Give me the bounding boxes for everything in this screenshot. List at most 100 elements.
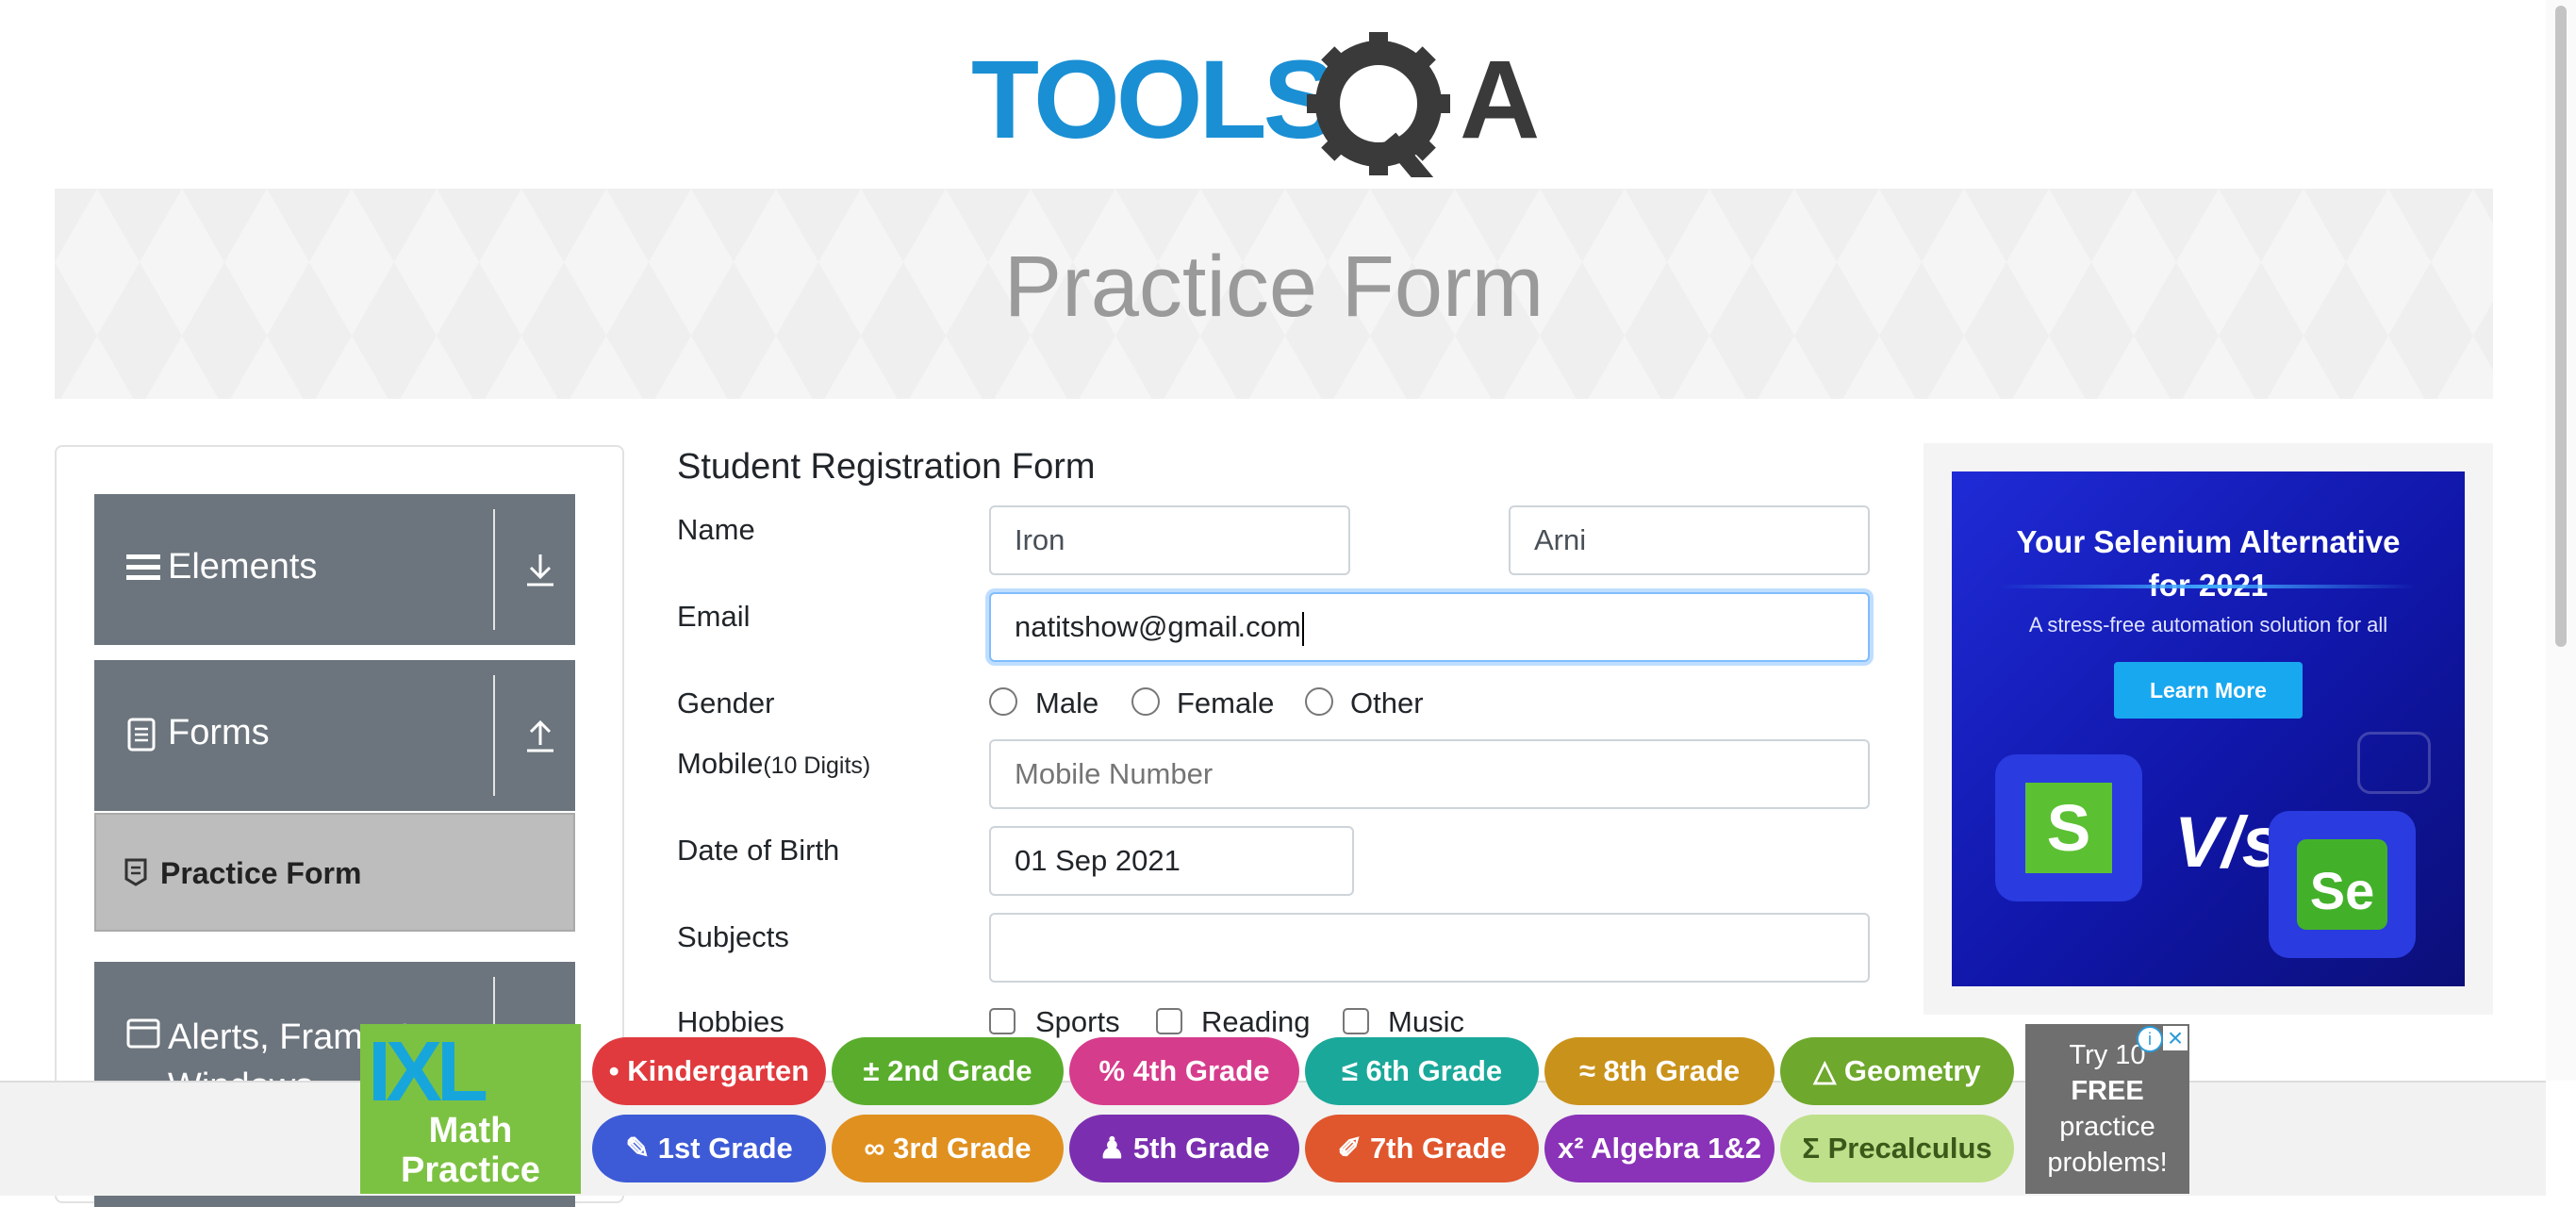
dob-label: Date of Birth — [677, 834, 840, 867]
sidebar-group-forms[interactable]: Forms — [94, 660, 575, 811]
ad-right-tile: Se — [2269, 811, 2416, 958]
mobile-hint: (10 Digits) — [763, 752, 871, 779]
grade-icon: Σ — [1802, 1132, 1828, 1165]
ad-title: Your Selenium Alternative for 2021 — [1952, 521, 2465, 607]
divider — [493, 509, 495, 630]
grade-icon: ≤ — [1341, 1054, 1366, 1087]
email-label: Email — [677, 600, 751, 633]
grade-button-precalculus[interactable]: Σ Precalculus — [1780, 1115, 2014, 1182]
ad-left-tile: S — [1995, 754, 2142, 901]
menu-icon — [126, 551, 160, 589]
sidebar-group-label: Elements — [168, 547, 318, 587]
grade-label: 1st Grade — [657, 1132, 793, 1165]
grade-icon: ± — [863, 1054, 888, 1087]
ad-info-icon[interactable]: i — [2137, 1026, 2163, 1052]
toolsqa-logo[interactable]: TOOLS A — [971, 26, 1584, 189]
ad-close-icon[interactable]: × — [2163, 1025, 2188, 1051]
ad-vs-text: V/s — [2174, 802, 2283, 883]
mobile-label: Mobile(10 Digits) — [677, 747, 870, 781]
name-label: Name — [677, 513, 755, 546]
grade-label: 6th Grade — [1365, 1054, 1503, 1087]
try-line: problems! — [2047, 1148, 2168, 1178]
email-value: natitshow@gmail.com — [1015, 610, 1301, 643]
grade-label: 7th Grade — [1369, 1132, 1507, 1165]
mobile-label-text: Mobile — [677, 747, 764, 780]
ad-subtitle: A stress-free automation solution for al… — [2028, 613, 2388, 637]
text-cursor — [1301, 611, 1304, 646]
grade-button-1st-grade[interactable]: ✎ 1st Grade — [592, 1115, 826, 1182]
gender-female-label[interactable]: Female — [1177, 686, 1274, 720]
scrollbar-thumb[interactable] — [2555, 6, 2567, 647]
grade-button-6th-grade[interactable]: ≤ 6th Grade — [1305, 1037, 1539, 1105]
subjects-input[interactable] — [989, 913, 1870, 983]
grade-icon: • — [608, 1054, 628, 1087]
grade-label: 8th Grade — [1603, 1054, 1741, 1087]
sidebar-group-label: Forms — [168, 713, 270, 752]
gender-other-label[interactable]: Other — [1350, 686, 1424, 720]
grade-button-2nd-grade[interactable]: ± 2nd Grade — [832, 1037, 1064, 1105]
first-name-input[interactable] — [989, 505, 1350, 575]
grade-icon: ♟ — [1098, 1132, 1133, 1165]
gender-label: Gender — [677, 686, 775, 719]
selenium-ad[interactable]: Your Selenium Alternative for 2021 A str… — [1952, 471, 2465, 986]
window-icon — [126, 1018, 160, 1053]
mobile-input[interactable] — [989, 739, 1870, 809]
ixl-tagline-line1: Math — [428, 1111, 513, 1150]
ad-underline — [1999, 585, 2418, 588]
email-input[interactable]: natitshow@gmail.com — [989, 592, 1870, 662]
sidebar-group-elements[interactable]: Elements — [94, 494, 575, 645]
grade-icon: ✐ — [1337, 1132, 1370, 1165]
grade-label: Algebra 1&2 — [1591, 1132, 1761, 1165]
grade-label: 4th Grade — [1132, 1054, 1270, 1087]
grade-button-kindergarten[interactable]: • Kindergarten — [592, 1037, 826, 1105]
ixl-tagline-line2: Practice — [401, 1150, 540, 1190]
logo-text-tools: TOOLS — [971, 38, 1334, 162]
grade-icon: △ — [1813, 1054, 1844, 1087]
grade-button-algebra-1-2[interactable]: x² Algebra 1&2 — [1544, 1115, 1775, 1182]
selenium-logo: Se — [2297, 839, 2387, 930]
try-line: FREE — [2071, 1076, 2144, 1106]
logo-text-a: A — [1460, 38, 1540, 162]
hobbies-label: Hobbies — [677, 1005, 784, 1038]
upload-icon[interactable] — [523, 717, 557, 763]
grade-button-3rd-grade[interactable]: ∞ 3rd Grade — [832, 1115, 1064, 1182]
last-name-input[interactable] — [1509, 505, 1870, 575]
hobby-music-label[interactable]: Music — [1388, 1005, 1464, 1039]
ad-title-line1: Your Selenium Alternative — [2016, 524, 2401, 559]
sidebar-item-practice-form[interactable]: Practice Form — [94, 813, 575, 932]
grade-label: 2nd Grade — [887, 1054, 1032, 1087]
dob-input[interactable] — [989, 826, 1354, 896]
gender-male-radio[interactable] — [989, 687, 1017, 716]
gender-male-label[interactable]: Male — [1035, 686, 1098, 720]
gender-female-radio[interactable] — [1131, 687, 1160, 716]
form-title: Student Registration Form — [677, 447, 1096, 487]
grade-icon: x² — [1558, 1132, 1592, 1165]
subjects-label: Subjects — [677, 920, 789, 953]
grade-icon: ≈ — [1578, 1054, 1604, 1087]
grade-button-5th-grade[interactable]: ♟ 5th Grade — [1069, 1115, 1299, 1182]
grade-label: 3rd Grade — [893, 1132, 1032, 1165]
download-icon[interactable] — [523, 551, 557, 597]
hobby-reading-checkbox[interactable] — [1156, 1008, 1182, 1034]
hobby-music-checkbox[interactable] — [1343, 1008, 1369, 1034]
grade-button-7th-grade[interactable]: ✐ 7th Grade — [1305, 1115, 1539, 1182]
grade-icon: % — [1098, 1054, 1133, 1087]
document-icon — [126, 717, 157, 757]
divider — [493, 675, 495, 796]
grade-label: Precalculus — [1827, 1132, 1992, 1165]
page-title: Practice Form — [1003, 239, 1544, 335]
learn-more-button[interactable]: Learn More — [2114, 662, 2303, 719]
gender-other-radio[interactable] — [1305, 687, 1333, 716]
katalon-logo: S — [2025, 783, 2112, 873]
hobby-sports-checkbox[interactable] — [989, 1008, 1016, 1034]
grade-button-8th-grade[interactable]: ≈ 8th Grade — [1544, 1037, 1775, 1105]
hobby-reading-label[interactable]: Reading — [1201, 1005, 1310, 1039]
grade-button-4th-grade[interactable]: % 4th Grade — [1069, 1037, 1299, 1105]
grade-button-geometry[interactable]: △ Geometry — [1780, 1037, 2014, 1105]
sidebar-item-label: Practice Form — [160, 856, 362, 890]
page-banner: Practice Form — [55, 189, 2493, 399]
ixl-logo[interactable]: IXL Math Practice — [360, 1024, 581, 1194]
code-icon — [2357, 732, 2431, 794]
ixl-tagline: Math Practice — [360, 1111, 581, 1190]
hobby-sports-label[interactable]: Sports — [1035, 1005, 1120, 1039]
